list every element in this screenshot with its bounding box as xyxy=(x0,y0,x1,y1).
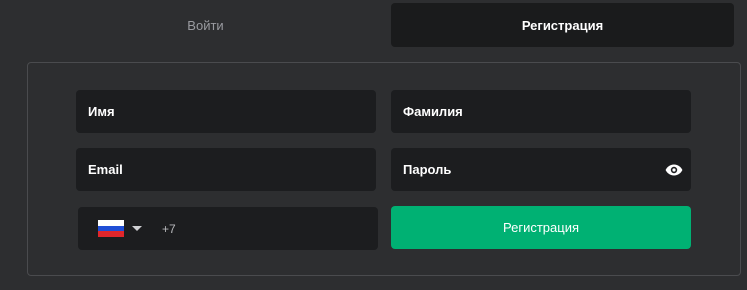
register-submit-button[interactable]: Регистрация xyxy=(391,206,691,249)
first-name-field[interactable] xyxy=(76,90,376,133)
email-input[interactable] xyxy=(88,148,376,191)
phone-input[interactable] xyxy=(181,207,378,250)
password-input[interactable] xyxy=(403,148,655,191)
caret-down-icon xyxy=(132,226,142,231)
phone-prefix: +7 xyxy=(162,221,176,236)
country-selector[interactable] xyxy=(78,207,158,250)
eye-icon[interactable] xyxy=(665,164,683,176)
password-field[interactable] xyxy=(391,148,691,191)
phone-field[interactable]: +7 xyxy=(78,207,378,250)
last-name-input[interactable] xyxy=(403,90,691,133)
tab-login[interactable]: Войти xyxy=(28,3,383,47)
first-name-input[interactable] xyxy=(88,90,376,133)
russia-flag-icon xyxy=(98,220,124,238)
last-name-field[interactable] xyxy=(391,90,691,133)
email-field[interactable] xyxy=(76,148,376,191)
tab-register[interactable]: Регистрация xyxy=(391,3,734,47)
